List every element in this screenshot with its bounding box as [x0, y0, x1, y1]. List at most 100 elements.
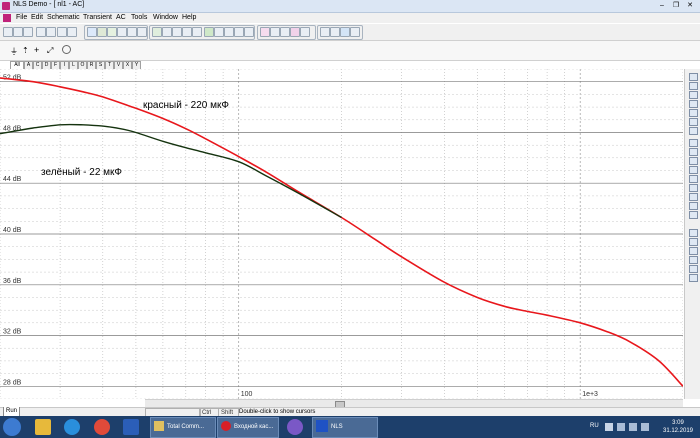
undo-icon[interactable]	[127, 27, 137, 37]
step-icon[interactable]	[214, 27, 224, 37]
explorer-icon[interactable]	[35, 419, 51, 435]
internet-explorer-icon[interactable]	[64, 419, 80, 435]
app-menu-icon[interactable]	[3, 14, 11, 22]
ac-arrow-icon[interactable]	[290, 27, 300, 37]
menu-tools[interactable]: Tools	[131, 14, 147, 21]
probe-icon[interactable]	[234, 27, 244, 37]
check-icon[interactable]	[107, 27, 117, 37]
tray-flag-icon[interactable]	[605, 423, 613, 431]
tray-clock[interactable]: 3:09 31.12.2019	[660, 419, 696, 435]
series-red-line	[0, 77, 684, 387]
cross-icon[interactable]	[117, 27, 127, 37]
menu-bar: File Edit Schematic Transient AC Tools W…	[0, 13, 700, 23]
wave-5-icon[interactable]	[689, 265, 698, 273]
menu-file[interactable]: File	[16, 14, 27, 21]
tool-c-icon[interactable]	[340, 27, 350, 37]
pointer-icon[interactable]	[689, 73, 698, 81]
cursor-b-icon[interactable]	[689, 148, 698, 156]
ground-icon[interactable]: ⏚	[10, 46, 18, 57]
ac-plot-area[interactable]: 28 dB 32 dB 36 dB 40 dB 44 dB 48 dB 52 dB 100 1…	[0, 68, 684, 400]
word-icon[interactable]	[123, 419, 139, 435]
menu-window[interactable]: Window	[153, 14, 178, 21]
step-end-icon[interactable]	[224, 27, 234, 37]
zoom-icon[interactable]	[689, 91, 698, 99]
schematic-tools-group	[84, 25, 148, 40]
tool-a-icon[interactable]	[320, 27, 330, 37]
list-icon[interactable]	[689, 202, 698, 210]
marker-icon[interactable]	[689, 193, 698, 201]
task-opera[interactable]: Входной кас...	[217, 417, 279, 438]
new-icon[interactable]	[3, 27, 13, 37]
menu-edit[interactable]: Edit	[31, 14, 43, 21]
window-title: NLS Demo - [ nl1 - AC]	[13, 1, 85, 8]
redo-icon[interactable]	[137, 27, 147, 37]
chrome-icon[interactable]	[94, 419, 110, 435]
frequency-response-chart[interactable]: 28 dB32 dB36 dB40 dB44 dB48 dB52 dB 100 1…	[0, 68, 684, 400]
plot-side-toolbar	[684, 69, 700, 399]
task-total-commander[interactable]: Total Comm...	[150, 417, 216, 438]
pan-icon[interactable]	[689, 82, 698, 90]
transient-icon[interactable]	[152, 27, 162, 37]
task-nls[interactable]: NLS	[312, 417, 378, 438]
opera-icon	[221, 421, 231, 432]
node-icon[interactable]: ⇡	[22, 46, 29, 55]
start-button-icon[interactable]	[3, 418, 21, 436]
taskbar: Total Comm... Входной кас... NLS RU 3:09…	[0, 416, 700, 438]
zoom-out-icon[interactable]	[172, 27, 182, 37]
zoom-in-icon[interactable]	[162, 27, 172, 37]
add-icon[interactable]: +	[34, 45, 39, 55]
wave-6-icon[interactable]	[689, 274, 698, 282]
arrow-right-icon[interactable]	[204, 27, 214, 37]
probe-circle-icon[interactable]	[62, 45, 71, 54]
ac-fit-icon[interactable]	[280, 27, 290, 37]
green-series-annotation: зелёный - 22 мкФ	[41, 167, 122, 178]
print-icon[interactable]	[36, 27, 46, 37]
tool-d-icon[interactable]	[350, 27, 360, 37]
viber-icon[interactable]	[287, 419, 303, 435]
preview-icon[interactable]	[46, 27, 56, 37]
wave-2-icon[interactable]	[689, 238, 698, 246]
zoom-fit-icon[interactable]	[182, 27, 192, 37]
tray-volume-icon[interactable]	[641, 423, 649, 431]
cursor-swap-icon[interactable]	[689, 157, 698, 165]
clock-date: 31.12.2019	[662, 428, 694, 434]
cut-icon[interactable]	[57, 27, 67, 37]
menu-help[interactable]: Help	[182, 14, 196, 21]
status-hint: Double-click to show cursors	[239, 409, 316, 415]
open-icon[interactable]	[13, 27, 23, 37]
clock-time: 3:09	[672, 420, 684, 426]
settings-icon[interactable]	[244, 27, 254, 37]
menu-transient[interactable]: Transient	[83, 14, 112, 21]
fit-y-icon[interactable]	[689, 118, 698, 126]
ac-icon[interactable]	[260, 27, 270, 37]
tray-network-icon[interactable]	[617, 423, 625, 431]
close-button[interactable]: ✕	[684, 1, 696, 10]
ac-zoom-icon[interactable]	[270, 27, 280, 37]
tray-monitor-icon[interactable]	[629, 423, 637, 431]
schematic-icon[interactable]	[87, 27, 97, 37]
maximize-button[interactable]: ❐	[670, 1, 682, 10]
layers-icon[interactable]	[689, 184, 698, 192]
run-icon[interactable]	[97, 27, 107, 37]
menu-ac[interactable]: AC	[116, 14, 126, 21]
bookmark-icon[interactable]	[689, 211, 698, 219]
grid-icon[interactable]	[192, 27, 202, 37]
rotate-icon[interactable]	[689, 166, 698, 174]
menu-schematic[interactable]: Schematic	[47, 14, 80, 21]
zoom-box-icon[interactable]	[689, 100, 698, 108]
ac-step-icon[interactable]	[300, 27, 310, 37]
wave-4-icon[interactable]	[689, 256, 698, 264]
copy-icon[interactable]	[67, 27, 77, 37]
tool-b-icon[interactable]	[330, 27, 340, 37]
save-icon[interactable]	[23, 27, 33, 37]
wire-icon[interactable]: ⤢	[47, 46, 53, 56]
cursor-a-icon[interactable]	[689, 139, 698, 147]
fit-x-icon[interactable]	[689, 109, 698, 117]
wave-1-icon[interactable]	[689, 229, 698, 237]
task-label: Total Comm...	[167, 424, 205, 430]
link-icon[interactable]	[689, 175, 698, 183]
table-icon[interactable]	[689, 127, 698, 135]
language-indicator[interactable]: RU	[590, 423, 599, 429]
wave-3-icon[interactable]	[689, 247, 698, 255]
minimize-button[interactable]: –	[656, 1, 668, 10]
